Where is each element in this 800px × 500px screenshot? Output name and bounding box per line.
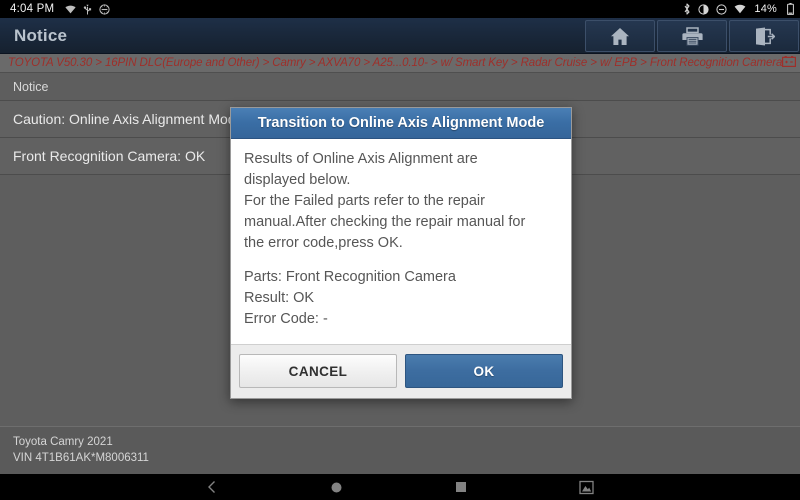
printer-icon xyxy=(681,26,703,46)
battery-percent-label: 14% xyxy=(754,3,777,15)
nav-back-button[interactable] xyxy=(206,480,218,494)
screenshot-icon xyxy=(579,480,594,499)
bluetooth-icon xyxy=(683,3,691,15)
exit-icon xyxy=(754,27,775,46)
dialog-body: Results of Online Axis Alignment are dis… xyxy=(231,139,571,344)
cancel-button[interactable]: CANCEL xyxy=(239,354,397,388)
app-root: 4:04 PM 14% Notice TOYOTA V50.30 > 16PIN… xyxy=(0,0,800,500)
vehicle-info-footer: Toyota Camry 2021 VIN 4T1B61AK*M8006311 xyxy=(0,426,800,474)
home-button[interactable] xyxy=(585,20,655,52)
chevron-left-icon xyxy=(206,481,218,498)
dialog-message: Results of Online Axis Alignment are dis… xyxy=(244,151,526,251)
do-not-disturb-icon xyxy=(99,3,110,15)
brightness-icon xyxy=(698,3,709,15)
android-status-bar: 4:04 PM 14% xyxy=(0,0,800,18)
car-battery-icon xyxy=(782,54,797,72)
page-title: Notice xyxy=(14,25,68,45)
wifi-icon xyxy=(734,4,746,14)
voltage-indicator: 12.32V xyxy=(782,54,800,72)
vehicle-name: Toyota Camry 2021 xyxy=(13,436,113,448)
breadcrumb[interactable]: TOYOTA V50.30 > 16PIN DLC(Europe and Oth… xyxy=(0,54,800,73)
square-icon xyxy=(455,480,467,497)
android-nav-bar xyxy=(0,474,800,500)
home-icon xyxy=(610,27,630,46)
usb-icon xyxy=(83,4,92,15)
list-header: Notice xyxy=(0,73,800,101)
app-title-bar: Notice xyxy=(0,18,800,54)
battery-icon xyxy=(787,3,794,16)
breadcrumb-path: TOYOTA V50.30 > 16PIN DLC(Europe and Oth… xyxy=(8,57,783,69)
status-left-icons xyxy=(65,3,110,15)
nav-screenshot-button[interactable] xyxy=(579,480,594,495)
ok-button[interactable]: OK xyxy=(405,354,563,388)
exit-button[interactable] xyxy=(729,20,799,52)
dialog-actions: CANCEL OK xyxy=(231,344,571,398)
titlebar-buttons xyxy=(584,18,800,53)
status-clock: 4:04 PM xyxy=(10,3,55,15)
dialog-details: Parts: Front Recognition Camera Result: … xyxy=(244,269,456,327)
wifi-icon xyxy=(65,5,76,14)
dialog-spacer xyxy=(244,254,558,267)
circle-icon xyxy=(330,481,343,498)
nav-recents-button[interactable] xyxy=(455,481,467,493)
dialog-title: Transition to Online Axis Alignment Mode xyxy=(231,108,571,139)
vehicle-vin: VIN 4T1B61AK*M8006311 xyxy=(13,452,149,464)
print-button[interactable] xyxy=(657,20,727,52)
do-not-disturb-icon xyxy=(716,3,727,15)
nav-home-button[interactable] xyxy=(330,481,343,494)
transition-dialog: Transition to Online Axis Alignment Mode… xyxy=(230,107,572,399)
status-right-icons: 14% xyxy=(683,3,794,16)
